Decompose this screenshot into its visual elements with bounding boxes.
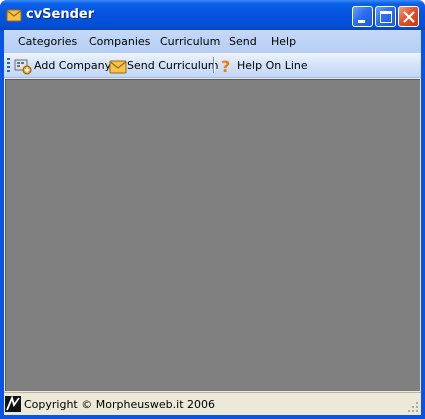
menu-categories[interactable]: Categories (18, 35, 77, 48)
add-company-button[interactable]: Add Company (14, 56, 111, 75)
copyright-text: Copyright © Morpheusweb.it 2006 (24, 398, 216, 411)
question-mark-icon: ? (221, 57, 230, 75)
minimize-button[interactable] (352, 6, 373, 27)
toolbar: Add Company Send Curriculum ? Help On Li… (4, 53, 421, 78)
resize-grip-icon[interactable] (407, 401, 419, 413)
add-company-icon (14, 59, 32, 75)
send-curriculum-label: Send Curriculum (127, 59, 219, 72)
menu-bar: Categories Companies Curriculum Send Hel… (4, 30, 421, 53)
menu-curriculum[interactable]: Curriculum (160, 35, 220, 48)
menu-send[interactable]: Send (229, 35, 257, 48)
envelope-icon (109, 60, 127, 74)
toolbar-grip[interactable] (7, 58, 10, 73)
svg-text:?: ? (221, 57, 230, 75)
maximize-icon (380, 11, 392, 23)
close-icon (403, 11, 415, 23)
status-bar: Copyright © Morpheusweb.it 2006 (4, 392, 421, 415)
send-curriculum-button[interactable]: Send Curriculum (109, 56, 219, 75)
envelope-icon[interactable] (6, 7, 22, 23)
add-company-label: Add Company (34, 59, 112, 72)
toolbar-separator (213, 57, 215, 73)
menu-companies[interactable]: Companies (89, 35, 150, 48)
help-on-line-button[interactable]: ? Help On Line (218, 56, 308, 75)
maximize-button[interactable] (375, 6, 396, 27)
morpheusweb-logo-icon (5, 396, 21, 412)
menu-help[interactable]: Help (271, 35, 296, 48)
window-title: cvSender (26, 7, 95, 22)
client-area: Categories Companies Curriculum Send Hel… (4, 30, 421, 415)
app-window: cvSender Categories Companies Curriculum… (0, 0, 425, 419)
minimize-icon (358, 20, 365, 23)
mdi-workspace[interactable] (5, 79, 420, 391)
close-button[interactable] (398, 6, 419, 27)
title-bar[interactable]: cvSender (0, 0, 425, 30)
help-on-line-label: Help On Line (237, 59, 308, 72)
